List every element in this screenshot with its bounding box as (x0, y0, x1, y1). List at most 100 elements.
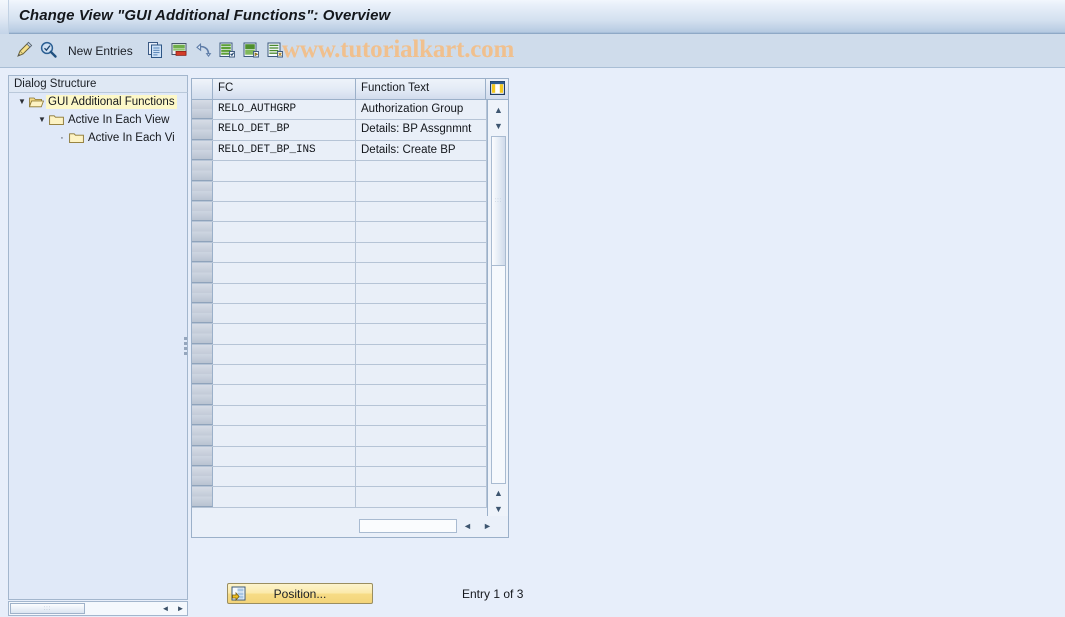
table-row-empty[interactable] (192, 344, 487, 366)
cell-function-text[interactable] (356, 242, 487, 263)
column-header-fc[interactable]: FC (213, 79, 356, 99)
row-selector[interactable] (192, 140, 213, 161)
row-selector[interactable] (192, 385, 213, 405)
table-row-empty[interactable] (192, 324, 487, 345)
table-row-empty[interactable] (192, 487, 487, 508)
tree-item-active-in-each-view[interactable]: ▼ Active In Each View (9, 111, 187, 129)
row-selector[interactable] (192, 283, 213, 303)
cell-fc[interactable]: RELO_DET_BP_INS (213, 140, 356, 161)
scroll-up-arrow-bottom[interactable]: ▲ (490, 485, 507, 500)
cell-fc[interactable] (213, 344, 356, 365)
row-selector[interactable] (192, 303, 213, 324)
row-selector[interactable] (192, 201, 213, 222)
display-change-button[interactable] (12, 38, 36, 64)
cell-fc[interactable] (213, 467, 356, 487)
select-all-rows-header[interactable] (192, 79, 213, 99)
cell-fc[interactable] (213, 426, 356, 446)
row-selector[interactable] (192, 263, 213, 283)
scroll-down-arrow[interactable]: ▼ (490, 118, 507, 133)
cell-fc[interactable] (213, 161, 356, 181)
table-row[interactable]: RELO_DET_BP_INS Details: Create BP (192, 140, 487, 162)
new-entries-button[interactable]: New Entries (60, 44, 143, 58)
row-selector[interactable] (192, 487, 213, 507)
row-selector[interactable] (192, 426, 213, 446)
row-selector[interactable] (192, 120, 213, 140)
table-row-empty[interactable] (192, 426, 487, 447)
table-row-empty[interactable] (192, 283, 487, 304)
cell-function-text[interactable] (356, 385, 487, 405)
cell-function-text[interactable] (356, 263, 487, 283)
cell-function-text[interactable] (356, 344, 487, 365)
cell-fc[interactable] (213, 324, 356, 344)
cell-fc[interactable] (213, 283, 356, 303)
scroll-left-arrow[interactable]: ◄ (460, 519, 475, 533)
table-row-empty[interactable] (192, 385, 487, 406)
row-selector[interactable] (192, 467, 213, 487)
delete-row-button[interactable] (167, 38, 191, 64)
scroll-right-arrow[interactable]: ► (480, 519, 495, 533)
row-selector[interactable] (192, 222, 213, 242)
cell-function-text[interactable] (356, 487, 487, 507)
scroll-up-arrow[interactable]: ▲ (490, 102, 507, 117)
cell-fc[interactable] (213, 263, 356, 283)
cell-fc[interactable] (213, 222, 356, 242)
cell-fc[interactable] (213, 181, 356, 201)
table-horizontal-scrollbar[interactable]: ◄ ► (192, 516, 508, 537)
cell-function-text[interactable] (356, 222, 487, 242)
table-vertical-scrollbar[interactable]: ▲ ▼ ::: ▲ ▼ (487, 100, 508, 517)
cell-function-text[interactable] (356, 365, 487, 385)
row-selector[interactable] (192, 344, 213, 365)
cell-function-text[interactable] (356, 161, 487, 181)
select-all-button[interactable] (215, 38, 239, 64)
copy-as-button[interactable] (143, 38, 167, 64)
cell-function-text[interactable] (356, 201, 487, 222)
cell-fc[interactable] (213, 242, 356, 263)
cell-function-text[interactable] (356, 324, 487, 344)
row-selector[interactable] (192, 181, 213, 201)
table-row-empty[interactable] (192, 181, 487, 202)
table-row-empty[interactable] (192, 242, 487, 264)
cell-function-text[interactable] (356, 303, 487, 324)
cell-function-text[interactable] (356, 446, 487, 467)
dialog-structure-tree[interactable]: ▼ GUI Additional Functions ▼ Active In E… (9, 93, 187, 597)
select-block-button[interactable] (239, 38, 263, 64)
cell-fc[interactable] (213, 405, 356, 426)
cell-function-text[interactable]: Details: Create BP (356, 140, 487, 161)
table-row-empty[interactable] (192, 263, 487, 284)
cell-fc[interactable] (213, 201, 356, 222)
cell-function-text[interactable] (356, 426, 487, 446)
expand-collapse-icon[interactable]: ▼ (35, 116, 49, 124)
cell-fc[interactable] (213, 365, 356, 385)
cell-fc[interactable]: RELO_DET_BP (213, 120, 356, 140)
table-row-empty[interactable] (192, 446, 487, 468)
row-selector[interactable] (192, 100, 213, 120)
scrollbar-thumb[interactable]: ::: (491, 136, 506, 266)
sidebar-horizontal-scrollbar[interactable]: ::: ◄ ► (8, 601, 188, 616)
table-row[interactable]: RELO_DET_BP Details: BP Assgnmnt (192, 120, 487, 141)
table-row-empty[interactable] (192, 303, 487, 325)
pane-splitter-handle[interactable] (182, 334, 188, 358)
scroll-left-arrow[interactable]: ◄ (159, 602, 172, 615)
scroll-right-arrow[interactable]: ► (174, 602, 187, 615)
cell-fc[interactable] (213, 303, 356, 324)
table-row-empty[interactable] (192, 405, 487, 427)
tree-item-active-in-each-view-sub[interactable]: · Active In Each Vi (9, 129, 187, 147)
row-selector[interactable] (192, 242, 213, 263)
row-selector[interactable] (192, 405, 213, 426)
table-row-empty[interactable] (192, 222, 487, 243)
tree-item-gui-additional-functions[interactable]: ▼ GUI Additional Functions (9, 93, 187, 111)
column-header-function-text[interactable]: Function Text (356, 79, 486, 99)
check-entries-button[interactable] (36, 38, 60, 64)
row-selector[interactable] (192, 324, 213, 344)
cell-function-text[interactable] (356, 181, 487, 201)
expand-collapse-icon[interactable]: ▼ (15, 98, 29, 106)
row-selector[interactable] (192, 365, 213, 385)
table-row-empty[interactable] (192, 201, 487, 223)
undo-button[interactable] (191, 38, 215, 64)
table-row-empty[interactable] (192, 467, 487, 488)
cell-function-text[interactable]: Details: BP Assgnmnt (356, 120, 487, 140)
table-row-empty[interactable] (192, 365, 487, 386)
cell-fc[interactable]: RELO_AUTHGRP (213, 100, 356, 120)
cell-function-text[interactable] (356, 467, 487, 487)
row-selector[interactable] (192, 161, 213, 181)
